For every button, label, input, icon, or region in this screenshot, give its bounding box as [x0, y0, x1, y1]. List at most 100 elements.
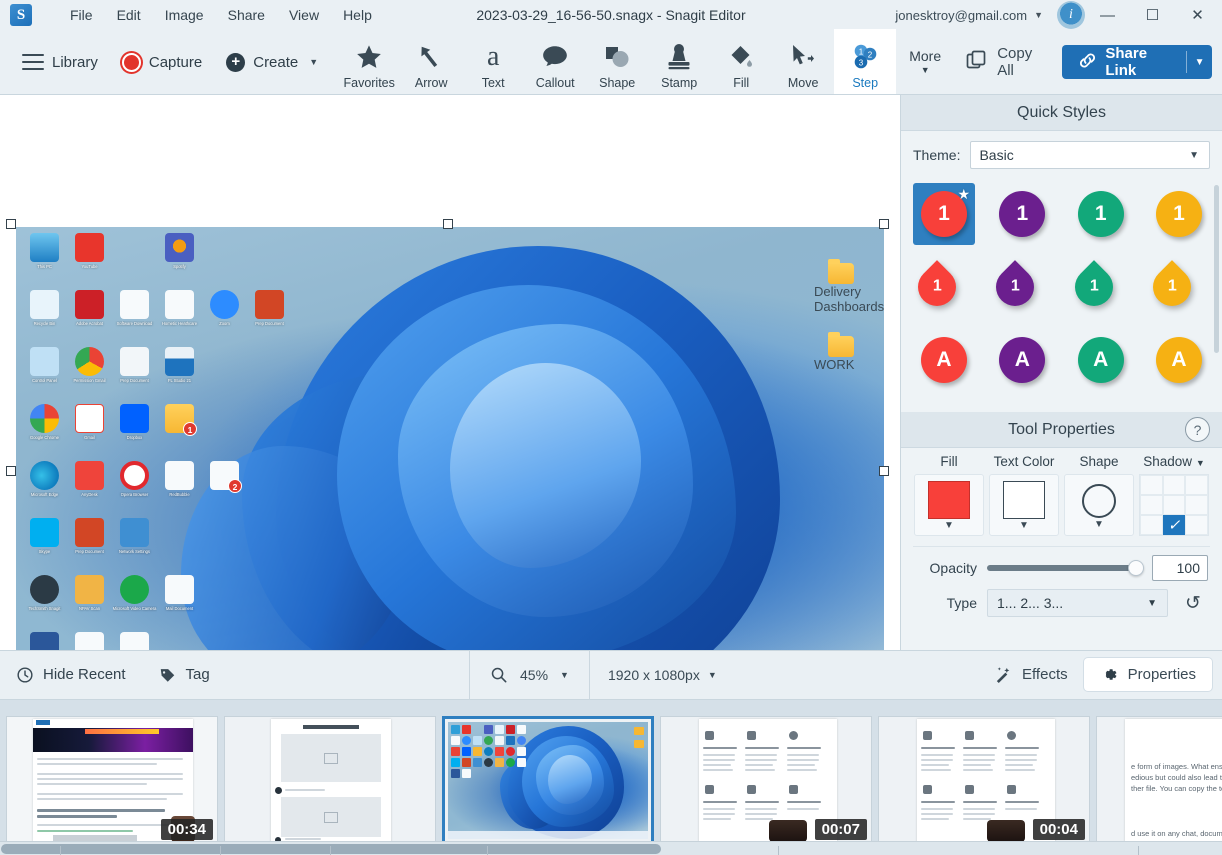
account-chevron-down-icon[interactable]: ▼	[1034, 10, 1043, 20]
account-email[interactable]: jonesktroy@gmail.com	[895, 8, 1027, 23]
shadow-cell-br[interactable]	[1185, 515, 1208, 535]
zoom-chevron-down-icon[interactable]: ▼	[560, 670, 569, 680]
desktop-icon[interactable]: Zoom	[202, 290, 247, 347]
text-color-swatch-button[interactable]: ▼	[989, 474, 1059, 536]
filmstrip-horizontal-scrollbar[interactable]	[0, 841, 1222, 855]
capture-button[interactable]: Capture	[110, 47, 214, 78]
menu-item-share[interactable]: Share	[216, 3, 277, 27]
style-circle-red[interactable]: 1 ★	[913, 183, 975, 245]
desktop-icon[interactable]: Adobe Acrobat	[67, 290, 112, 347]
fill-swatch-button[interactable]: ▼	[914, 474, 984, 536]
filmstrip-scrollbar-thumb[interactable]	[1, 844, 661, 854]
desktop-folder[interactable]: Delivery Dashboards	[814, 259, 884, 314]
shadow-cell-bl[interactable]	[1140, 515, 1163, 535]
recent-captures-filmstrip[interactable]: 00:34 00:07 00:04 e form of images. What…	[0, 699, 1222, 855]
create-button[interactable]: + Create ▼	[214, 47, 330, 78]
tool-callout[interactable]: Callout	[524, 29, 586, 94]
resize-handle-middle-left[interactable]	[6, 466, 16, 476]
style-tag-purple[interactable]: 1	[988, 256, 1053, 318]
desktop-icon[interactable]: Dropbox	[112, 404, 157, 461]
style-letter-green[interactable]: A	[1070, 329, 1132, 391]
desktop-icon[interactable]: 1	[157, 404, 202, 461]
desktop-icon[interactable]: Control Panel	[22, 347, 67, 404]
quick-styles-scrollbar[interactable]	[1214, 185, 1219, 353]
tool-shape[interactable]: Shape	[586, 29, 648, 94]
resize-handle-top-center[interactable]	[443, 219, 453, 229]
desktop-icon[interactable]: RedBubble	[157, 461, 202, 518]
type-select[interactable]: 1... 2... 3... ▼	[987, 589, 1168, 617]
dimensions-chevron-down-icon[interactable]: ▼	[708, 670, 717, 680]
desktop-icon[interactable]: Spotify	[157, 233, 202, 290]
desktop-icon[interactable]: Prep Document	[247, 290, 292, 347]
filmstrip-thumbnail[interactable]: e form of images. What ensues is that ed…	[1096, 715, 1222, 845]
image-canvas[interactable]: This PC YouTube Spotify Recycle Bin Adob…	[16, 227, 884, 650]
canvas-area[interactable]: This PC YouTube Spotify Recycle Bin Adob…	[0, 95, 900, 650]
style-circle-yellow[interactable]: 1	[1148, 183, 1210, 245]
filmstrip-thumbnail[interactable]: 00:07	[660, 715, 872, 845]
shape-chevron-down-icon[interactable]: ▼	[1094, 519, 1104, 530]
properties-tab[interactable]: Properties	[1083, 658, 1212, 691]
zoom-control[interactable]: 45% ▼	[470, 651, 589, 699]
library-button[interactable]: Library	[10, 48, 110, 77]
desktop-icon[interactable]: Google Chrome	[22, 404, 67, 461]
menu-item-file[interactable]: File	[58, 3, 105, 27]
shadow-cell-mc[interactable]	[1162, 495, 1186, 515]
fill-chevron-down-icon[interactable]: ▼	[944, 520, 954, 531]
tool-stamp[interactable]: Stamp	[648, 29, 710, 94]
filmstrip-thumbnail-selected[interactable]	[442, 715, 654, 845]
minimize-button[interactable]: —	[1085, 0, 1130, 30]
dimensions-control[interactable]: 1920 x 1080px ▼	[590, 651, 735, 699]
desktop-icon[interactable]: Mail Document	[157, 575, 202, 632]
desktop-icon[interactable]: This PC	[22, 233, 67, 290]
tool-favorites[interactable]: Favorites	[338, 29, 400, 94]
style-letter-purple[interactable]: A	[991, 329, 1053, 391]
menu-item-image[interactable]: Image	[153, 3, 216, 27]
desktop-icon[interactable]: Ashampoo Burner XL	[67, 632, 112, 650]
opacity-input[interactable]: 100	[1152, 555, 1208, 581]
style-tag-red[interactable]: 1	[910, 256, 975, 318]
close-button[interactable]: ✕	[1175, 0, 1220, 30]
desktop-icon[interactable]: Prep Document	[67, 518, 112, 575]
effects-tab[interactable]: Effects	[978, 658, 1084, 691]
desktop-icon[interactable]: Microsoft Video Camera	[112, 575, 157, 632]
desktop-icon[interactable]: 2	[202, 461, 247, 518]
tool-arrow[interactable]: Arrow	[400, 29, 462, 94]
desktop-icon[interactable]: AnyDesk	[67, 461, 112, 518]
desktop-icon[interactable]: Microsoft Edge	[22, 461, 67, 518]
desktop-icon[interactable]: Software Download	[112, 290, 157, 347]
desktop-icon[interactable]: NPAV Scan	[67, 575, 112, 632]
tool-move[interactable]: Move	[772, 29, 834, 94]
style-letter-yellow[interactable]: A	[1148, 329, 1210, 391]
menu-item-help[interactable]: Help	[331, 3, 384, 27]
style-circle-green[interactable]: 1	[1070, 183, 1132, 245]
desktop-icon[interactable]: YouTube	[67, 233, 112, 290]
shadow-position-grid[interactable]: ✓	[1139, 474, 1209, 536]
opacity-slider-knob[interactable]	[1128, 560, 1144, 576]
desktop-icon[interactable]: Hometic Heathcare	[157, 290, 202, 347]
filmstrip-thumbnail[interactable]: 00:04	[878, 715, 1090, 845]
desktop-icon[interactable]: FL Studio 21	[157, 347, 202, 404]
shadow-cell-tc[interactable]	[1162, 475, 1186, 495]
desktop-icon[interactable]: Tour 2023 Diploma	[112, 632, 157, 650]
resize-handle-top-right[interactable]	[879, 219, 889, 229]
desktop-icon[interactable]: Network Settings	[112, 518, 157, 575]
desktop-icon[interactable]: Permission Gmail	[67, 347, 112, 404]
reset-icon[interactable]: ↺	[1178, 592, 1208, 615]
share-link-button[interactable]: Share Link	[1062, 45, 1186, 79]
shadow-cell-mr[interactable]	[1185, 495, 1208, 515]
copy-all-button[interactable]: Copy All	[954, 38, 1056, 86]
desktop-icon[interactable]: Gmail	[67, 404, 112, 461]
share-link-chevron-down-icon[interactable]: ▼	[1187, 45, 1212, 79]
style-tag-yellow[interactable]: 1	[1145, 256, 1210, 318]
desktop-icon[interactable]: Word Document	[22, 632, 67, 650]
menu-item-view[interactable]: View	[277, 3, 331, 27]
style-tag-green[interactable]: 1	[1066, 256, 1132, 318]
filmstrip-thumbnail[interactable]	[224, 715, 436, 845]
tag-button[interactable]: Tag	[142, 651, 226, 699]
desktop-folder[interactable]: WORK	[814, 332, 868, 372]
resize-handle-top-left[interactable]	[6, 219, 16, 229]
opacity-slider[interactable]	[987, 560, 1144, 576]
info-icon[interactable]: i	[1057, 1, 1085, 29]
maximize-button[interactable]: ☐	[1130, 0, 1175, 30]
help-icon[interactable]: ?	[1185, 417, 1210, 442]
